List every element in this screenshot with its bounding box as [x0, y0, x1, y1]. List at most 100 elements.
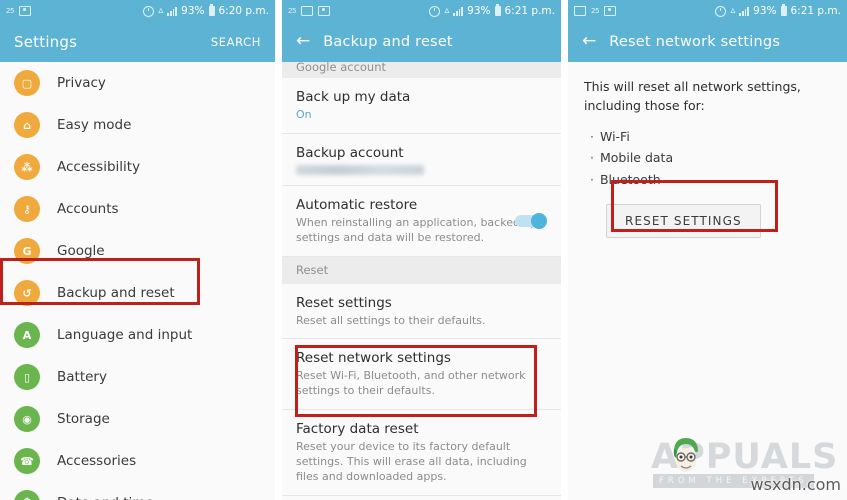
status-bar-left-3: 25 — [574, 6, 616, 16]
settings-row[interactable]: ⚷ Accounts — [0, 188, 275, 230]
status-bar-1: 25 ▵ 93% 6:20 p.m. — [0, 0, 275, 22]
clock-2: 6:21 p.m. — [504, 5, 556, 17]
reset-button-wrap: RESET SETTINGS — [606, 204, 761, 238]
wifi-icon: ▵ — [730, 5, 736, 16]
back-arrow-icon[interactable]: ← — [296, 32, 310, 50]
sim-icon — [300, 6, 313, 16]
item-title: Factory data reset — [296, 421, 419, 438]
app-bar-settings: Settings SEARCH — [0, 22, 275, 62]
settings-row[interactable]: ▯ Battery — [0, 356, 275, 398]
battery-percent-2: 93% — [467, 5, 491, 17]
settings-row[interactable]: ◉ Storage — [0, 398, 275, 440]
app-bar-left-2: ← Backup and reset — [296, 32, 453, 50]
settings-row-label: Storage — [57, 411, 110, 427]
settings-row-label: Accounts — [57, 201, 119, 217]
backup-item[interactable]: Automatic restore When reinstalling an ap… — [282, 185, 561, 257]
settings-row-label: Easy mode — [57, 117, 132, 133]
affected-service: Mobile data — [590, 147, 831, 169]
reset-item[interactable]: Factory data reset Reset your device to i… — [282, 410, 561, 496]
backup-item[interactable]: Back up my data On — [282, 78, 561, 134]
app-bar-left-1: Settings — [14, 33, 77, 51]
settings-row[interactable]: ▢ Privacy — [0, 62, 275, 104]
item-subtitle: When reinstalling an application, backed… — [296, 215, 538, 244]
clock-3: 6:21 p.m. — [790, 5, 842, 17]
panel-backup-and-reset: 25 ▵ 93% 6:21 p.m. ← Backup and reset Go… — [282, 0, 561, 500]
settings-row-label: Date and time — [57, 495, 154, 500]
item-title: Reset settings — [296, 294, 392, 311]
alarm-icon — [429, 5, 441, 17]
battery-percent-3: 93% — [753, 5, 777, 17]
battery-icon: ▯ — [14, 364, 40, 390]
settings-list: ▢ Privacy ⌂ Easy mode ⁂ Accessibility ⚷ Account… — [0, 62, 275, 500]
language-icon: A — [14, 322, 40, 348]
settings-row[interactable]: A Language and input — [0, 314, 275, 356]
settings-row[interactable]: ⁂ Accessibility — [0, 146, 275, 188]
battery-icon-3 — [780, 4, 787, 16]
nfc-25-icon: 25 — [6, 7, 14, 15]
section-header-google-account: Google account — [282, 62, 561, 78]
signal-icon — [739, 6, 750, 16]
alarm-icon — [715, 5, 727, 17]
affected-service: Bluetooth — [590, 169, 831, 191]
search-button[interactable]: SEARCH — [211, 35, 261, 49]
backup-reset-icon: ↺ — [14, 280, 40, 306]
settings-row[interactable]: ⏱ Date and time — [0, 482, 275, 500]
settings-row-label: Backup and reset — [57, 285, 175, 301]
nfc-25-icon: 25 — [591, 7, 599, 15]
status-bar-right-3: ▵ 93% 6:21 p.m. — [715, 4, 842, 17]
page-title-settings: Settings — [14, 33, 78, 51]
status-bar-right-2: ▵ 93% 6:21 p.m. — [429, 4, 556, 17]
panel-reset-network-settings: 25 ▵ 93% 6:21 p.m. ← Reset network setti… — [568, 0, 847, 500]
settings-row[interactable]: ⌂ Easy mode — [0, 104, 275, 146]
redacted-email — [296, 164, 424, 175]
settings-row-label: Privacy — [57, 75, 106, 91]
screenshot-icon — [18, 6, 31, 16]
settings-row[interactable]: G Google — [0, 230, 275, 272]
backup-and-reset-body: Google account Back up my data On Backup a… — [282, 62, 561, 500]
app-bar-left-3: ← Reset network settings — [582, 32, 781, 50]
reset-item[interactable]: Reset network settings Reset Wi-Fi, Bluet… — [282, 339, 561, 411]
item-subtitle: Reset your device to its factory default… — [296, 440, 527, 483]
section-header-reset: Reset — [282, 256, 561, 284]
storage-icon: ◉ — [14, 406, 40, 432]
status-bar-3: 25 ▵ 93% 6:21 p.m. — [568, 0, 847, 22]
reset-network-body: This will reset all network settings, in… — [568, 62, 847, 500]
clock-1: 6:20 p.m. — [218, 5, 270, 17]
item-subtitle: On — [296, 108, 312, 121]
item-title: Reset network settings — [296, 350, 451, 367]
status-bar-left-1: 25 — [6, 6, 31, 16]
wifi-icon: ▵ — [158, 5, 164, 16]
settings-row-label: Accessibility — [57, 159, 141, 175]
backup-item[interactable]: Backup account — [282, 133, 561, 186]
three-panel-screenshot: 25 ▵ 93% 6:20 p.m. Settings SEARCH ▢ Priv… — [0, 0, 847, 500]
date-time-icon: ⏱ — [14, 490, 40, 500]
panel-divider-1 — [275, 0, 282, 500]
reset-settings-button[interactable]: RESET SETTINGS — [606, 204, 761, 238]
panel-settings: 25 ▵ 93% 6:20 p.m. Settings SEARCH ▢ Priv… — [0, 0, 275, 500]
battery-icon-1 — [208, 4, 215, 16]
automatic-restore-toggle[interactable] — [515, 212, 547, 229]
settings-row-label: Language and input — [57, 327, 193, 343]
battery-icon-2 — [494, 4, 501, 16]
reset-item[interactable]: Reset settings Reset all settings to thei… — [282, 283, 561, 340]
item-subtitle: Reset Wi-Fi, Bluetooth, and other networ… — [296, 369, 526, 398]
settings-row[interactable]: ☎ Accessories — [0, 440, 275, 482]
easy-mode-icon: ⌂ — [14, 112, 40, 138]
status-bar-left-2: 25 — [288, 6, 330, 16]
settings-row-label: Accessories — [57, 453, 137, 469]
status-bar-right-1: ▵ 93% 6:20 p.m. — [143, 4, 270, 17]
alarm-icon — [143, 5, 155, 17]
battery-percent-1: 93% — [181, 5, 205, 17]
item-title: Automatic restore — [296, 196, 418, 213]
back-arrow-icon[interactable]: ← — [582, 32, 596, 50]
item-subtitle: Reset all settings to their defaults. — [296, 313, 486, 327]
settings-row-label: Google — [57, 243, 105, 259]
accessibility-icon: ⁂ — [14, 154, 40, 180]
page-title-reset-network-settings: Reset network settings — [609, 34, 781, 50]
nfc-25-icon: 25 — [288, 7, 296, 15]
reset-items: Reset settings Reset all settings to thei… — [282, 283, 561, 496]
privacy-icon: ▢ — [14, 70, 40, 96]
wifi-icon: ▵ — [444, 5, 450, 16]
settings-row[interactable]: ↺ Backup and reset — [0, 272, 275, 314]
app-bar-backup-and-reset: ← Backup and reset — [282, 22, 561, 62]
